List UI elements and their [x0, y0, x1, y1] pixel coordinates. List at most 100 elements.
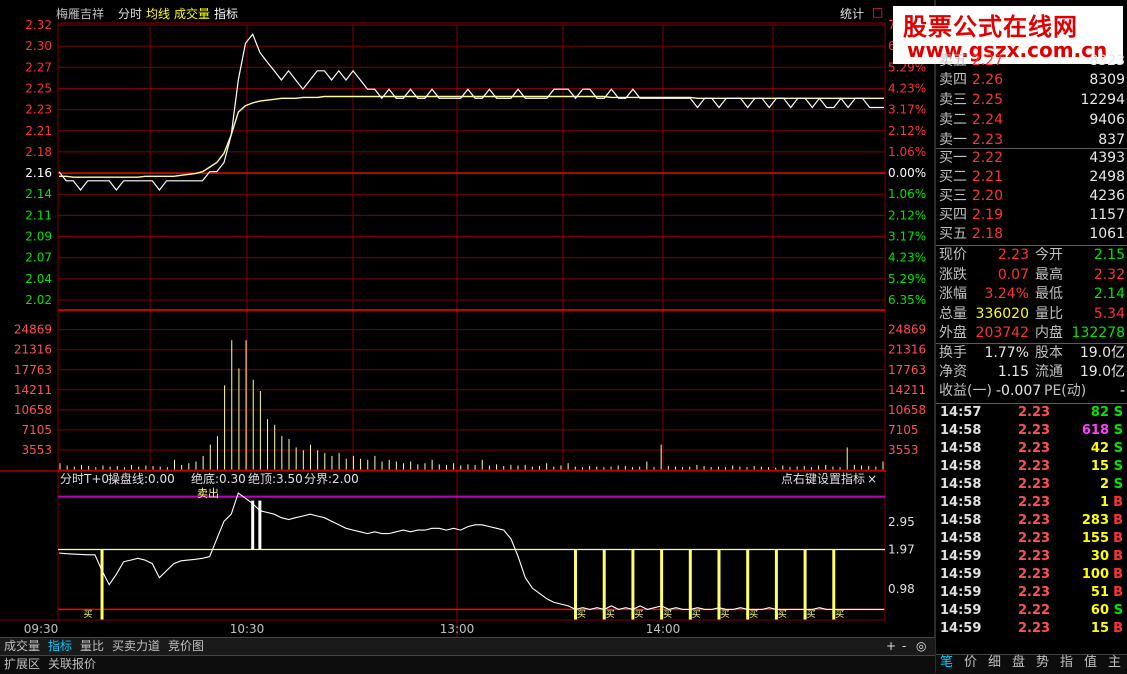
volume-tick-label: 17763	[14, 363, 52, 377]
quote-value: 2.15	[1093, 247, 1125, 263]
time-axis-label: 14:00	[646, 622, 681, 636]
tab-fenshi[interactable]: 分时	[118, 5, 142, 21]
price-tick-label: 2.25	[25, 81, 52, 95]
book-price: 2.18	[971, 226, 1003, 242]
price-tick-label: 2.21	[25, 124, 52, 138]
tab-chengjiaoliang[interactable]: 成交量	[174, 5, 210, 21]
quote-label: 股本	[1035, 344, 1063, 361]
bottom-tab[interactable]: 买卖力道	[112, 638, 160, 654]
chart-control-button[interactable]: ◎	[916, 638, 926, 654]
tick-volume: 42	[1090, 441, 1109, 456]
book-label: 买二	[939, 169, 967, 185]
pct-tick-label: 6.35%	[888, 293, 926, 307]
tick-volume: 283	[1081, 513, 1109, 528]
pct-tick-label: 2.12%	[888, 124, 926, 138]
indicator-title: 分时T+0	[60, 472, 109, 486]
volume-tick-label: 14211	[14, 383, 52, 397]
pct-tick-label: 0.00%	[888, 166, 926, 180]
panel-separator	[936, 148, 1127, 149]
bid-row[interactable]: 买五 2.18 1061	[936, 225, 1127, 244]
chart-frame	[57, 22, 886, 621]
right-panel-tab[interactable]: 主	[1108, 654, 1121, 672]
quote-label: 流通	[1035, 364, 1063, 380]
footer-tab[interactable]: 扩展区	[4, 656, 40, 672]
ask-row[interactable]: 卖三 2.25 12294	[936, 91, 1127, 110]
book-price: 2.21	[971, 169, 1003, 185]
pct-tick-label: 4.23%	[888, 251, 926, 265]
quote-label: 今开	[1035, 247, 1063, 263]
book-label: 买一	[939, 150, 967, 166]
tick-price: 2.23	[1018, 567, 1051, 582]
volume-tick-label-right: 14211	[888, 383, 926, 397]
tick-row: 14:58 2.23 618 S	[936, 422, 1127, 440]
stats-close-icon[interactable]: □	[872, 5, 883, 21]
tick-side: B	[1113, 531, 1123, 546]
tick-side: B	[1113, 549, 1123, 564]
tick-side: S	[1113, 441, 1123, 456]
tick-side: S	[1113, 603, 1123, 618]
quote-row: 涨跌 0.07 最高 2.32	[936, 266, 1127, 285]
tick-volume: 51	[1090, 585, 1109, 600]
tick-time: 14:59	[940, 621, 982, 636]
right-panel-tab[interactable]: 笔	[940, 654, 953, 672]
quote-label: 净资	[939, 364, 967, 380]
tick-side: B	[1113, 495, 1123, 510]
tick-row: 14:57 2.23 82 S	[936, 404, 1127, 422]
ask-row[interactable]: 卖五 2.27 8323	[936, 52, 1127, 71]
right-panel-tab[interactable]: 细	[988, 654, 1001, 672]
buy-label: 买	[720, 609, 729, 620]
right-panel-tab[interactable]: 势	[1036, 654, 1049, 672]
ask-row[interactable]: 卖四 2.26 8309	[936, 71, 1127, 90]
book-price: 2.20	[971, 188, 1003, 204]
tick-price: 2.23	[1018, 441, 1051, 456]
quote-value: 1.77%	[984, 344, 1029, 361]
footer-tab[interactable]: 关联报价	[48, 656, 96, 672]
tick-time: 14:58	[940, 477, 982, 492]
book-price: 2.22	[971, 150, 1003, 166]
stats-button[interactable]: 统计	[840, 5, 864, 21]
quote-label: 总量	[939, 305, 967, 322]
bid-row[interactable]: 买一 2.22 4393	[936, 149, 1127, 168]
watermark-title: 股票公式在线网	[903, 13, 1078, 41]
tick-side: B	[1113, 513, 1123, 528]
tick-row: 14:58 2.23 283 B	[936, 512, 1127, 530]
bottom-tab[interactable]: 指标	[48, 638, 72, 654]
tick-time: 14:57	[940, 405, 982, 420]
tick-price: 2.23	[1018, 585, 1051, 600]
tick-volume: 60	[1090, 603, 1109, 618]
bottom-tab[interactable]: 量比	[80, 638, 104, 654]
tick-price: 2.23	[1018, 621, 1051, 636]
bottom-tab[interactable]: 竞价图	[168, 638, 204, 654]
book-volume: 2498	[1089, 169, 1125, 185]
bid-row[interactable]: 买二 2.21 2498	[936, 168, 1127, 187]
tick-price: 2.23	[1018, 531, 1051, 546]
volume-tick-label-right: 3553	[888, 443, 919, 457]
buy-label: 买	[778, 609, 787, 620]
price-line	[58, 33, 884, 191]
tick-time: 14:59	[940, 549, 982, 564]
right-panel-tab[interactable]: 盘	[1012, 654, 1025, 672]
bottom-tab[interactable]: 成交量	[4, 638, 40, 654]
indicator-param: 绝底:0.30	[191, 471, 246, 486]
quote-value: 19.0亿	[1079, 364, 1125, 380]
indicator-close-icon[interactable]: ×	[867, 472, 877, 486]
quote-value: 203742	[975, 325, 1029, 341]
ask-row[interactable]: 卖二 2.24 9406	[936, 111, 1127, 130]
tick-volume: 1	[1099, 495, 1109, 510]
tick-time: 14:58	[940, 495, 982, 510]
tick-price: 2.22	[1018, 603, 1051, 618]
tab-zhibiao[interactable]: 指标	[214, 5, 238, 21]
tick-time: 14:59	[940, 585, 982, 600]
sell-signal-bar	[251, 500, 255, 550]
bid-row[interactable]: 买四 2.19 1157	[936, 206, 1127, 225]
indicator-hint: 点右键设置指标	[781, 471, 865, 486]
right-panel-tab[interactable]: 值	[1084, 654, 1097, 672]
chart-control-button[interactable]: +	[886, 638, 896, 654]
right-panel-tab[interactable]: 价	[964, 654, 977, 672]
tab-junxian[interactable]: 均线	[146, 5, 170, 21]
right-panel-tab[interactable]: 指	[1060, 654, 1073, 672]
tick-row: 14:59 2.23 15 B	[936, 620, 1127, 638]
chart-control-button[interactable]: -	[902, 638, 906, 654]
tick-price: 2.23	[1018, 549, 1051, 564]
bid-row[interactable]: 买三 2.20 4236	[936, 187, 1127, 206]
